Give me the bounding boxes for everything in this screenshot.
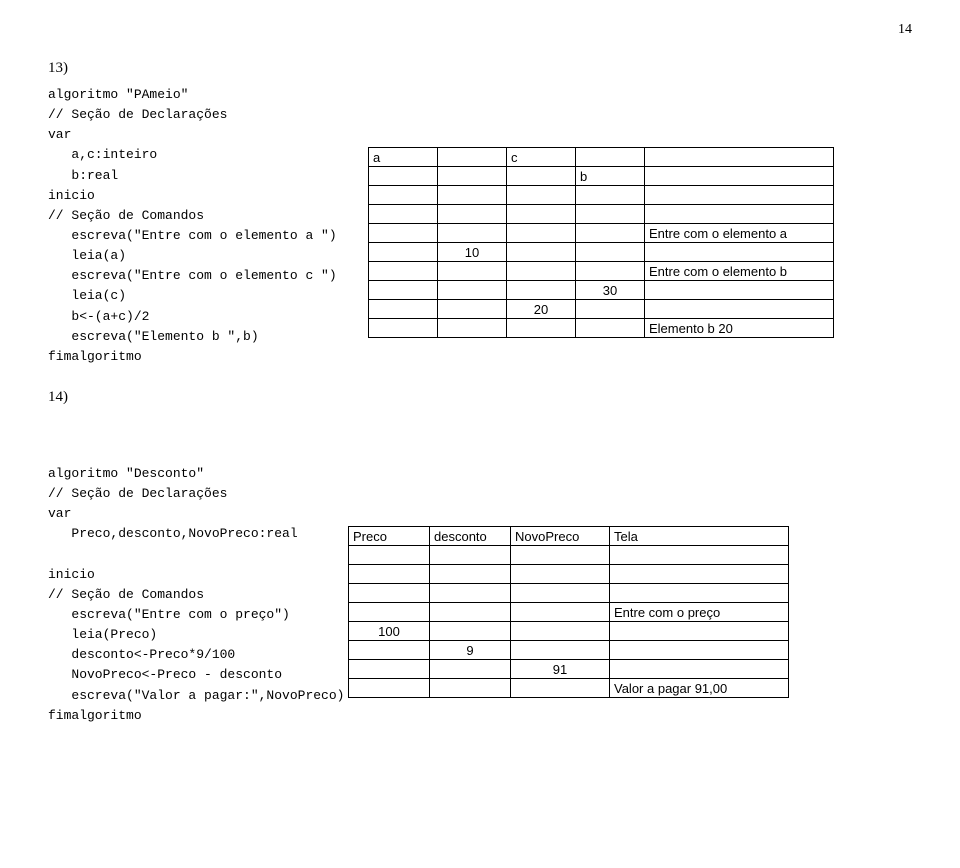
trace-a-value: 10 xyxy=(438,243,507,262)
trace-msg: Valor a pagar 91,00 xyxy=(610,679,789,698)
code-line: escreva("Elemento b ",b) xyxy=(48,327,368,347)
col-b-header: b xyxy=(576,167,645,186)
col-header-preco: Preco xyxy=(349,527,430,546)
code-line: algoritmo "PAmeio" xyxy=(48,85,912,105)
code-line: Preco,desconto,NovoPreco:real xyxy=(48,524,348,544)
code-line: leia(c) xyxy=(48,286,368,306)
table-row xyxy=(349,546,789,565)
trace-table-13: a c b Entre com o elemento a 10 xyxy=(368,147,834,338)
table-row: 10 xyxy=(369,243,834,262)
code-line: NovoPreco<-Preco - desconto xyxy=(48,665,348,685)
code-line: fimalgoritmo xyxy=(48,347,368,367)
code-line xyxy=(48,545,348,565)
trace-novopreco-value: 91 xyxy=(511,660,610,679)
table-row xyxy=(369,186,834,205)
code-line: // Seção de Comandos xyxy=(48,206,368,226)
table-row: 30 xyxy=(369,281,834,300)
trace-desconto-value: 9 xyxy=(430,641,511,660)
exercise-number-13: 13) xyxy=(48,60,912,77)
col-c-header: c xyxy=(507,148,576,167)
table-row: 91 xyxy=(349,660,789,679)
table-row: Elemento b 20 xyxy=(369,319,834,338)
code-line: inicio xyxy=(48,186,368,206)
table-row: Entre com o elemento a xyxy=(369,224,834,243)
code-line: algoritmo "Desconto" xyxy=(48,464,912,484)
col-header-novopreco: NovoPreco xyxy=(511,527,610,546)
trace-b-value: 20 xyxy=(507,300,576,319)
code-line: leia(a) xyxy=(48,246,368,266)
code-line: escreva("Valor a pagar:",NovoPreco) xyxy=(48,686,348,706)
table-row: Entre com o elemento b xyxy=(369,262,834,281)
trace-preco-value: 100 xyxy=(349,622,430,641)
table-row: b xyxy=(369,167,834,186)
table-row: 9 xyxy=(349,641,789,660)
code-line: escreva("Entre com o elemento c ") xyxy=(48,266,368,286)
trace-c-value: 30 xyxy=(576,281,645,300)
code-line: fimalgoritmo xyxy=(48,706,348,726)
code-line: inicio xyxy=(48,565,348,585)
table-row xyxy=(369,205,834,224)
table-row: a c xyxy=(369,148,834,167)
trace-table-14: Preco desconto NovoPreco Tela Entre com … xyxy=(348,526,789,698)
trace-msg: Entre com o preço xyxy=(610,603,789,622)
table-row: Valor a pagar 91,00 xyxy=(349,679,789,698)
code-line: // Seção de Declarações xyxy=(48,484,912,504)
trace-msg: Entre com o elemento b xyxy=(645,262,834,281)
code-line: var xyxy=(48,125,912,145)
col-header-tela: Tela xyxy=(610,527,789,546)
code-line: b:real xyxy=(48,166,368,186)
table-row xyxy=(349,565,789,584)
col-a-header: a xyxy=(369,148,438,167)
table-row: Preco desconto NovoPreco Tela xyxy=(349,527,789,546)
code-line: // Seção de Declarações xyxy=(48,105,912,125)
code-line: b<-(a+c)/2 xyxy=(48,307,368,327)
code-line: a,c:inteiro xyxy=(48,145,368,165)
table-row: 100 xyxy=(349,622,789,641)
code-line: var xyxy=(48,504,912,524)
code-line: desconto<-Preco*9/100 xyxy=(48,645,348,665)
table-row: Entre com o preço xyxy=(349,603,789,622)
code-line: escreva("Entre com o preço") xyxy=(48,605,348,625)
exercise-number-14: 14) xyxy=(48,389,912,406)
page-number: 14 xyxy=(48,22,912,38)
code-line: // Seção de Comandos xyxy=(48,585,348,605)
table-row: 20 xyxy=(369,300,834,319)
trace-msg: Elemento b 20 xyxy=(645,319,834,338)
code-line: leia(Preco) xyxy=(48,625,348,645)
code-line: escreva("Entre com o elemento a ") xyxy=(48,226,368,246)
trace-msg: Entre com o elemento a xyxy=(645,224,834,243)
table-row xyxy=(349,584,789,603)
col-header-desconto: desconto xyxy=(430,527,511,546)
